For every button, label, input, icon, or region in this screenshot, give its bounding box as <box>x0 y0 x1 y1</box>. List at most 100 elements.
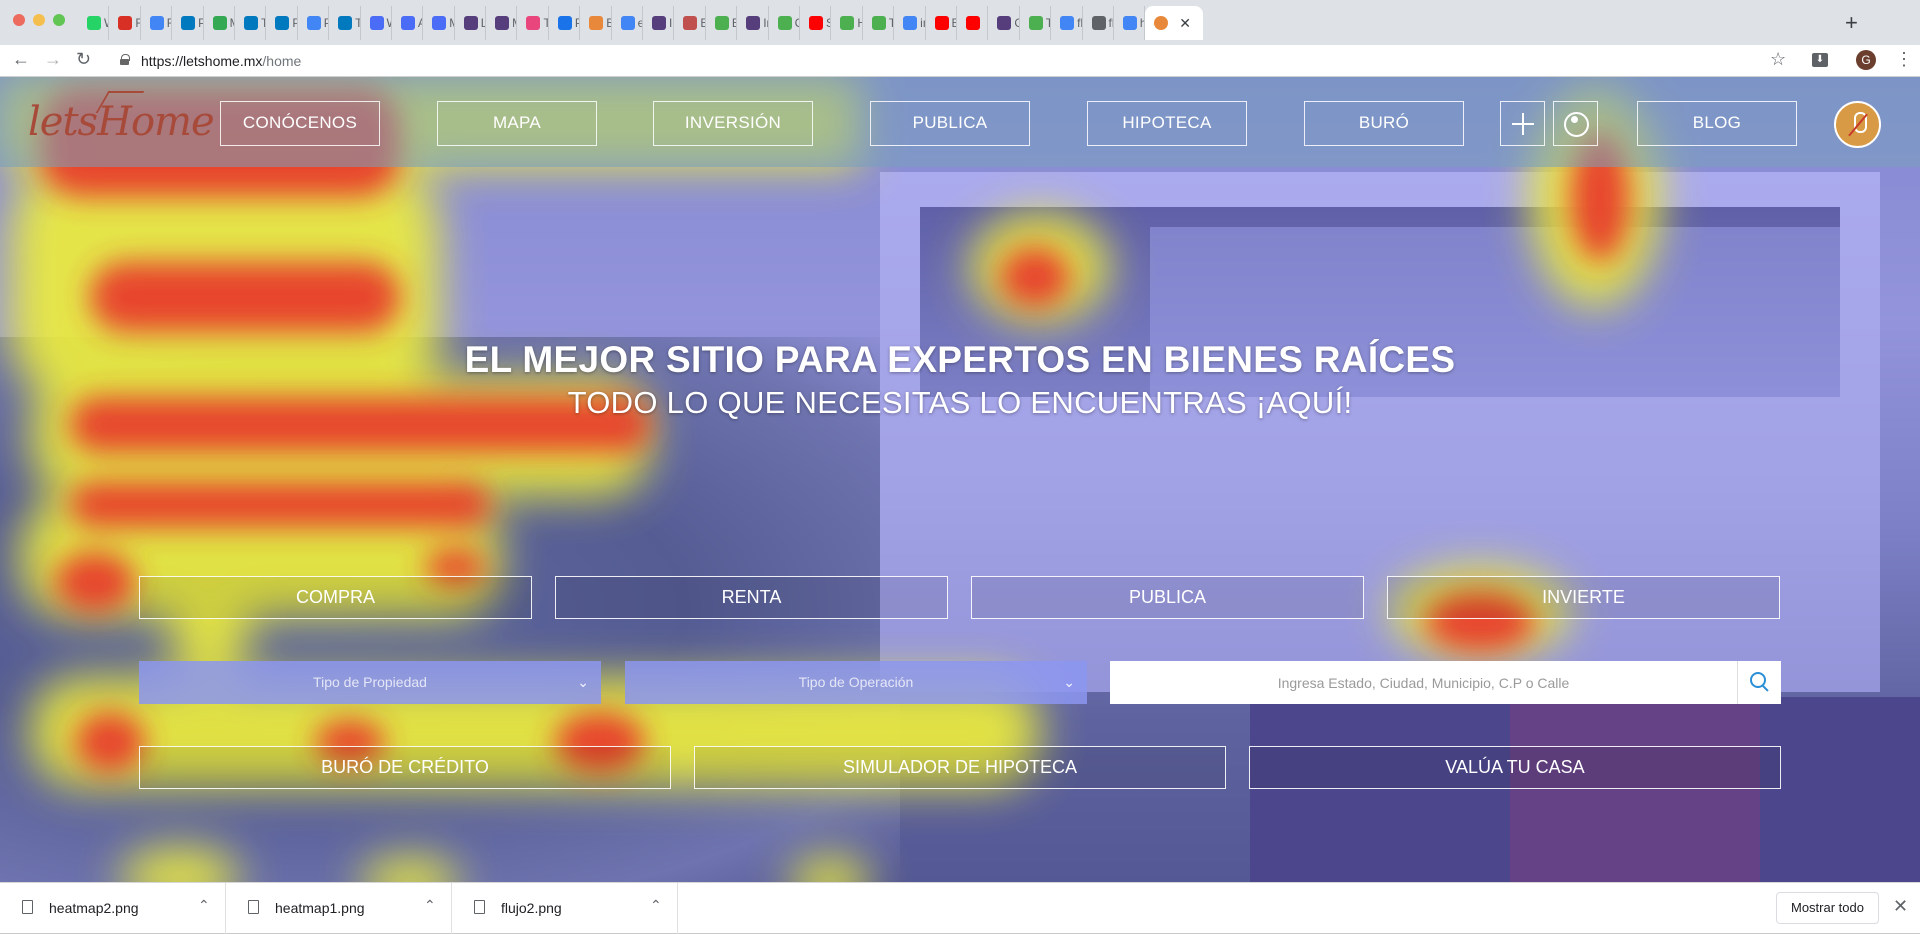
browser-tab[interactable]: in <box>894 6 926 40</box>
docs-icon <box>149 16 164 30</box>
link-icon <box>400 16 415 30</box>
gmail-icon <box>118 16 133 30</box>
browser-tab-active[interactable]: ✕ <box>1145 6 1204 40</box>
browser-tab[interactable]: Cl <box>769 6 800 40</box>
browser-tab[interactable]: Tr <box>863 6 895 40</box>
chevron-down-icon: ⌄ <box>577 674 589 690</box>
trello-icon <box>338 16 353 30</box>
forward-icon[interactable]: → <box>44 49 62 70</box>
downloads-bar: heatmap2.png ⌃ heatmap1.png ⌃ flujo2.png… <box>0 882 1920 934</box>
bookmark-star-icon[interactable]: ☆ <box>1770 49 1786 70</box>
mode-compra-button[interactable]: COMPRA <box>139 576 532 619</box>
chevron-up-icon[interactable]: ⌃ <box>650 897 662 914</box>
browser-tab[interactable]: G <box>988 6 1020 40</box>
browser-tab[interactable]: Bi <box>706 6 738 40</box>
nav-hipoteca[interactable]: HIPOTECA <box>1087 101 1247 146</box>
browser-menu-icon[interactable]: ⋮ <box>1895 49 1913 70</box>
google-icon <box>620 16 635 30</box>
nav-buro[interactable]: BURÓ <box>1304 101 1464 146</box>
maximize-window-button[interactable] <box>53 14 65 26</box>
extension-icon[interactable]: ⬇ <box>1812 53 1828 67</box>
buro-de-credito-button[interactable]: BURÓ DE CRÉDITO <box>139 746 671 789</box>
tab-strip: WReFoPlMTiPlPrTeWAlMLiMTlPrBielInBiBiInC… <box>78 6 1204 40</box>
search-button[interactable] <box>1737 661 1781 704</box>
mode-renta-button[interactable]: RENTA <box>555 576 948 619</box>
browser-tab[interactable]: flu <box>1083 6 1114 40</box>
link-icon <box>432 16 447 30</box>
download-item[interactable]: heatmap2.png ⌃ <box>0 883 226 934</box>
minimize-window-button[interactable] <box>33 14 45 26</box>
valua-tu-casa-button[interactable]: VALÚA TU CASA <box>1249 746 1781 789</box>
browser-tab[interactable]: Li <box>455 6 487 40</box>
address-bar[interactable]: https://letshome.mx/home <box>141 53 301 69</box>
url-host: https://letshome.mx <box>141 53 263 69</box>
browser-tab[interactable]: Pr <box>298 6 330 40</box>
close-window-button[interactable] <box>13 14 25 26</box>
browser-tab[interactable]: St <box>800 6 832 40</box>
youtube-icon <box>934 16 949 30</box>
back-icon[interactable]: ← <box>12 49 30 70</box>
new-tab-button[interactable]: + <box>1845 10 1858 36</box>
browser-tab[interactable]: M <box>423 6 455 40</box>
simulador-hipoteca-button[interactable]: SIMULADOR DE HIPOTECA <box>694 746 1226 789</box>
nav-blog[interactable]: BLOG <box>1637 101 1797 146</box>
browser-tab[interactable]: Bi <box>926 6 957 40</box>
browser-tab[interactable]: flu <box>1051 6 1083 40</box>
nav-mapa[interactable]: MAPA <box>437 101 597 146</box>
file-icon <box>22 900 33 914</box>
chevron-up-icon[interactable]: ⌃ <box>424 897 436 914</box>
chevron-up-icon[interactable]: ⌃ <box>198 897 210 914</box>
add-plus-icon[interactable] <box>1500 101 1545 146</box>
browser-tab[interactable]: Al <box>392 6 424 40</box>
download-item[interactable]: heatmap1.png ⌃ <box>226 883 452 934</box>
site-header: letsHome CONÓCENOS MAPA INVERSIÓN PUBLIC… <box>0 77 1920 167</box>
hero-headline: EL MEJOR SITIO PARA EXPERTOS EN BIENES R… <box>464 339 1456 380</box>
browser-tab[interactable]: Pl <box>172 6 204 40</box>
browser-tab[interactable]: W <box>361 6 392 40</box>
browser-tab[interactable]: Ti <box>235 6 267 40</box>
browser-tab[interactable]: Bi <box>674 6 706 40</box>
browser-tab[interactable]: M <box>204 6 235 40</box>
browser-tab[interactable] <box>957 6 989 40</box>
close-tab-icon[interactable]: ✕ <box>1179 15 1191 32</box>
trello-icon <box>275 16 290 30</box>
browser-tab[interactable]: Pl <box>266 6 298 40</box>
browser-tab[interactable]: In <box>737 6 769 40</box>
file-icon <box>474 900 485 914</box>
location-search-input[interactable] <box>1110 661 1737 704</box>
download-item[interactable]: flujo2.png ⌃ <box>452 883 678 934</box>
mode-publica-button[interactable]: PUBLICA <box>971 576 1364 619</box>
trello-icon <box>181 16 196 30</box>
browser-tab[interactable]: M <box>486 6 518 40</box>
browser-tab[interactable]: el <box>612 6 644 40</box>
browser-tab[interactable]: Te <box>329 6 361 40</box>
nav-publica[interactable]: PUBLICA <box>870 101 1030 146</box>
browser-tab[interactable]: Bi <box>580 6 612 40</box>
browser-tab[interactable]: he <box>1114 6 1146 40</box>
browser-tab[interactable]: W <box>78 6 110 40</box>
browser-tab[interactable]: H <box>831 6 863 40</box>
browser-tab[interactable]: Fo <box>141 6 173 40</box>
browser-tab[interactable]: Tr <box>1020 6 1052 40</box>
show-all-downloads-button[interactable]: Mostrar todo <box>1776 892 1879 924</box>
reload-icon[interactable]: ↻ <box>76 49 91 70</box>
close-icon[interactable]: ✕ <box>1893 896 1908 917</box>
property-type-placeholder: Tipo de Propiedad <box>313 674 427 690</box>
file-icon <box>248 900 259 914</box>
letshome-icon <box>589 16 604 30</box>
mode-invierte-button[interactable]: INVIERTE <box>1387 576 1780 619</box>
operation-type-select[interactable]: Tipo de Operación ⌄ <box>625 661 1087 704</box>
browser-tab[interactable]: Re <box>109 6 141 40</box>
profile-avatar[interactable]: G <box>1856 50 1876 70</box>
microphone-muted-icon[interactable] <box>1834 101 1881 148</box>
nav-inversion[interactable]: INVERSIÓN <box>653 101 813 146</box>
nav-conocenos[interactable]: CONÓCENOS <box>220 101 380 146</box>
user-account-icon[interactable] <box>1553 101 1598 146</box>
browser-tab[interactable]: Tl <box>517 6 549 40</box>
property-type-select[interactable]: Tipo de Propiedad ⌄ <box>139 661 601 704</box>
lock-icon[interactable] <box>120 54 130 65</box>
browser-tab[interactable]: In <box>643 6 675 40</box>
bootstrap-icon <box>746 16 761 30</box>
youtube-icon <box>965 16 980 30</box>
browser-tab[interactable]: Pr <box>549 6 581 40</box>
